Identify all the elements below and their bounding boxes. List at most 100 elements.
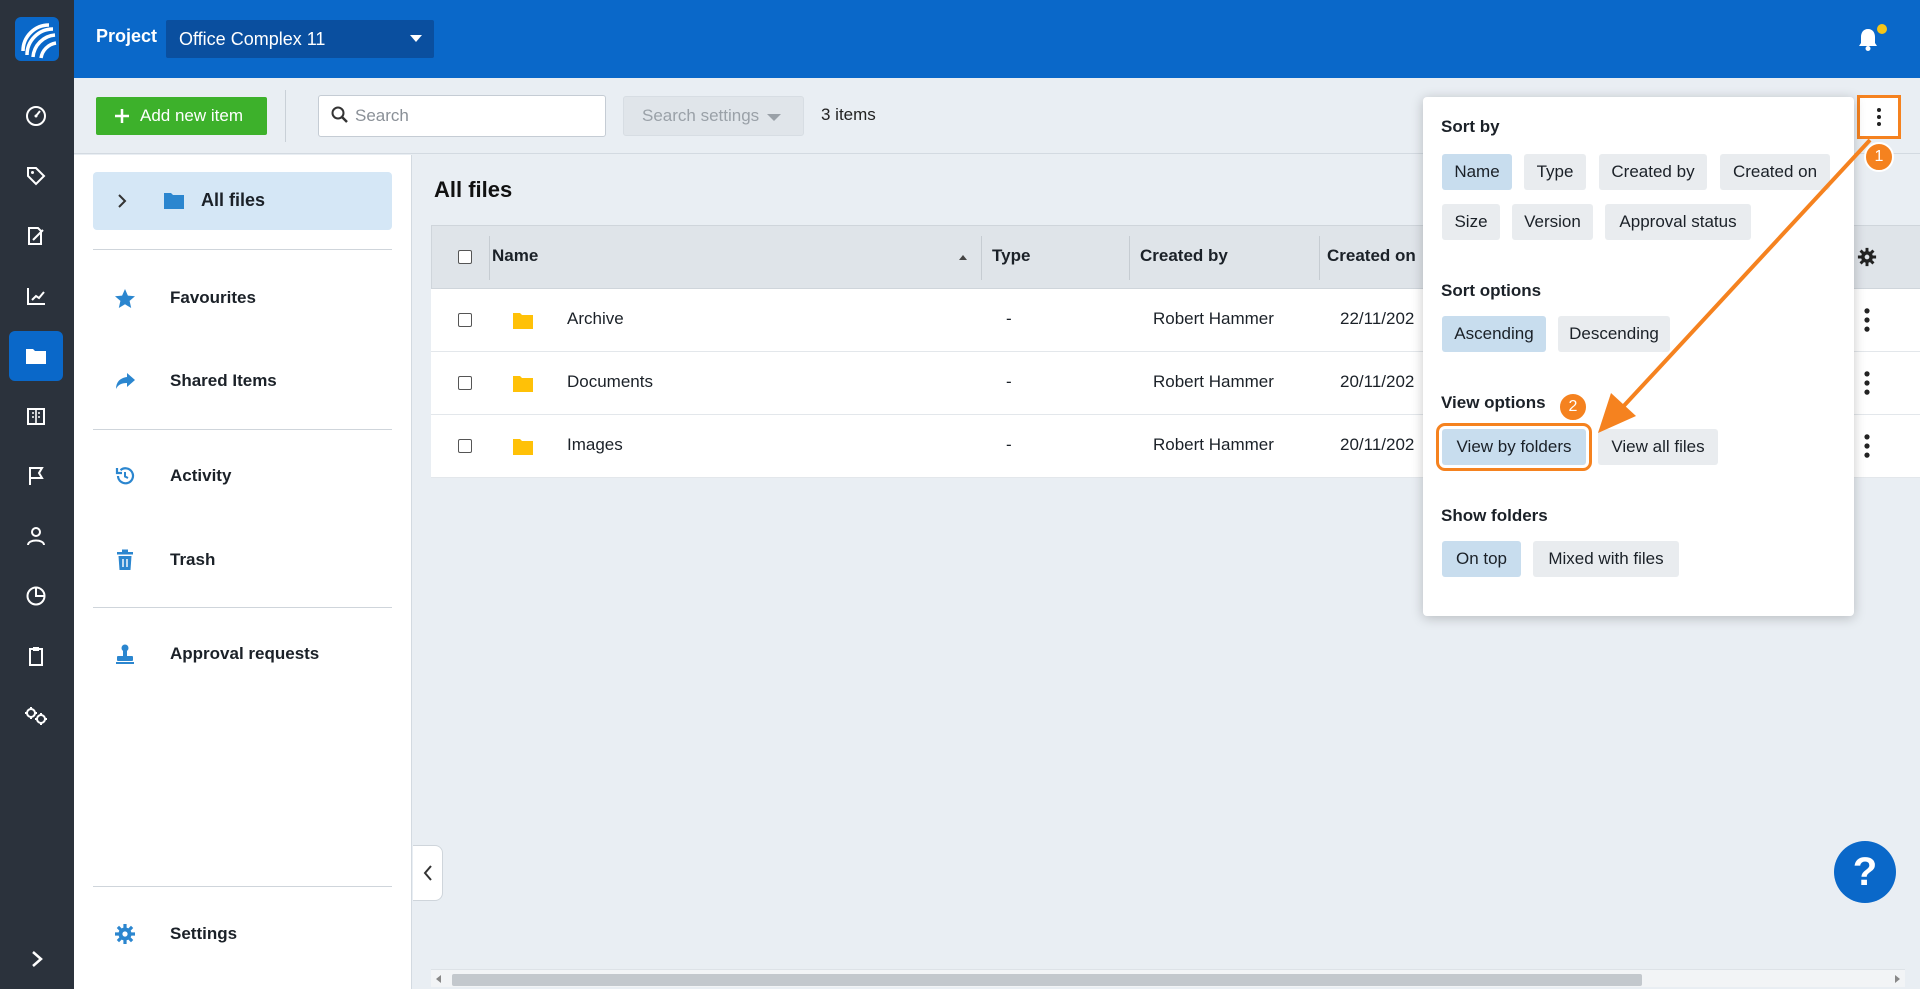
top-bar: Project Office Complex 11 bbox=[74, 0, 1920, 78]
history-icon bbox=[113, 464, 137, 488]
folder-icon bbox=[513, 376, 533, 392]
sidebar-item-shared-items[interactable]: Shared Items bbox=[93, 359, 392, 403]
column-header-created-by[interactable]: Created by bbox=[1140, 246, 1228, 266]
rail-users[interactable] bbox=[9, 511, 63, 561]
sidebar-item-label: Settings bbox=[170, 924, 238, 943]
row-checkbox[interactable] bbox=[458, 376, 472, 390]
files-sidebar: All files Favourites Shared Items Activi… bbox=[74, 155, 412, 989]
chevron-right-icon[interactable] bbox=[117, 193, 127, 209]
more-vertical-icon bbox=[1877, 108, 1881, 126]
rail-analytics[interactable] bbox=[9, 571, 63, 621]
search-settings-dropdown[interactable]: Search settings bbox=[623, 96, 804, 136]
row-more-icon[interactable] bbox=[1861, 370, 1873, 396]
sort-by-created-on[interactable]: Created on bbox=[1720, 154, 1830, 190]
row-checkbox[interactable] bbox=[458, 313, 472, 327]
search-box bbox=[318, 95, 606, 137]
row-created-on: 20/11/202 bbox=[1340, 435, 1415, 454]
pie-chart-icon bbox=[26, 586, 46, 606]
view-settings-button[interactable] bbox=[1857, 95, 1901, 139]
rail-edit[interactable] bbox=[9, 211, 63, 261]
row-type: - bbox=[1006, 435, 1012, 454]
icon-rail bbox=[0, 0, 74, 989]
chevron-right-icon bbox=[32, 951, 43, 967]
add-new-item-button[interactable]: Add new item bbox=[96, 97, 267, 135]
expand-rail-button[interactable] bbox=[21, 945, 53, 973]
sort-by-version[interactable]: Version bbox=[1512, 204, 1593, 240]
edit-document-icon bbox=[28, 227, 44, 245]
sidebar-divider bbox=[93, 429, 392, 430]
column-header-type[interactable]: Type bbox=[992, 246, 1030, 266]
notifications-button[interactable] bbox=[1856, 24, 1887, 52]
sidebar-item-favourites[interactable]: Favourites bbox=[93, 276, 392, 320]
items-count: 3 items bbox=[821, 105, 876, 124]
scrollbar-thumb[interactable] bbox=[452, 974, 1642, 986]
row-name[interactable]: Images bbox=[567, 435, 623, 455]
sort-by-approval-status[interactable]: Approval status bbox=[1605, 204, 1751, 240]
search-icon bbox=[331, 106, 348, 123]
help-button[interactable]: ? bbox=[1834, 841, 1896, 903]
sidebar-item-trash[interactable]: Trash bbox=[93, 538, 392, 582]
step-badge-1: 1 bbox=[1864, 142, 1894, 172]
sort-by-created-by[interactable]: Created by bbox=[1599, 154, 1707, 190]
row-name[interactable]: Archive bbox=[567, 309, 624, 329]
row-created-by: Robert Hammer bbox=[1153, 435, 1274, 454]
row-checkbox[interactable] bbox=[458, 439, 472, 453]
column-settings-gear-icon[interactable] bbox=[1857, 247, 1877, 267]
caret-down-icon bbox=[767, 114, 781, 121]
rail-files[interactable] bbox=[9, 331, 63, 381]
sort-by-size[interactable]: Size bbox=[1442, 204, 1500, 240]
sidebar-divider bbox=[93, 607, 392, 608]
rail-settings[interactable] bbox=[9, 691, 63, 741]
gear-icon bbox=[113, 922, 137, 946]
row-created-by: Robert Hammer bbox=[1153, 372, 1274, 391]
app-logo[interactable] bbox=[0, 0, 74, 78]
sidebar-item-label: Favourites bbox=[170, 288, 256, 307]
view-all-files[interactable]: View all files bbox=[1598, 429, 1718, 465]
folders-mixed-with-files[interactable]: Mixed with files bbox=[1533, 541, 1679, 577]
logo-icon bbox=[15, 17, 59, 61]
rail-reports[interactable] bbox=[9, 271, 63, 321]
project-name: Office Complex 11 bbox=[179, 28, 326, 49]
sidebar-item-all-files[interactable]: All files bbox=[93, 172, 392, 230]
row-type: - bbox=[1006, 372, 1012, 391]
plus-icon bbox=[115, 109, 129, 123]
scroll-right-arrow[interactable] bbox=[1895, 975, 1900, 983]
sort-by-type[interactable]: Type bbox=[1524, 154, 1586, 190]
collapse-sidebar-button[interactable] bbox=[413, 845, 443, 901]
trash-icon bbox=[113, 548, 137, 572]
sort-ascending[interactable]: Ascending bbox=[1442, 316, 1546, 352]
folder-icon bbox=[164, 193, 184, 209]
row-more-icon[interactable] bbox=[1861, 433, 1873, 459]
view-by-folders[interactable]: View by folders bbox=[1436, 423, 1592, 471]
sort-by-name[interactable]: Name bbox=[1442, 154, 1512, 190]
project-label: Project bbox=[96, 26, 158, 46]
column-header-created-on[interactable]: Created on bbox=[1327, 246, 1416, 266]
gears-icon bbox=[25, 707, 47, 725]
scroll-left-arrow[interactable] bbox=[436, 975, 441, 983]
project-selector[interactable]: Office Complex 11 bbox=[166, 20, 434, 58]
sidebar-item-settings[interactable]: Settings bbox=[93, 912, 392, 956]
flag-icon bbox=[29, 467, 44, 485]
rail-building[interactable] bbox=[9, 391, 63, 441]
folders-on-top[interactable]: On top bbox=[1442, 541, 1521, 577]
rail-flags[interactable] bbox=[9, 451, 63, 501]
rail-dashboard[interactable] bbox=[9, 91, 63, 141]
user-icon bbox=[27, 527, 45, 546]
rail-clipboard[interactable] bbox=[9, 631, 63, 681]
sort-descending[interactable]: Descending bbox=[1558, 316, 1670, 352]
select-all-checkbox[interactable] bbox=[458, 250, 472, 264]
sidebar-item-label: Activity bbox=[170, 466, 232, 485]
search-input[interactable] bbox=[355, 96, 600, 136]
rail-tags[interactable] bbox=[9, 151, 63, 201]
sidebar-item-activity[interactable]: Activity bbox=[93, 454, 392, 498]
column-header-name[interactable]: Name bbox=[492, 246, 538, 266]
view-options-heading: View options bbox=[1441, 393, 1546, 412]
row-created-on: 20/11/202 bbox=[1340, 372, 1415, 391]
sidebar-item-approval-requests[interactable]: Approval requests bbox=[93, 632, 392, 676]
horizontal-scrollbar[interactable] bbox=[431, 969, 1905, 987]
row-name[interactable]: Documents bbox=[567, 372, 653, 392]
page-title: All files bbox=[434, 177, 513, 202]
folder-icon bbox=[513, 313, 533, 329]
row-more-icon[interactable] bbox=[1861, 307, 1873, 333]
row-created-by: Robert Hammer bbox=[1153, 309, 1274, 328]
